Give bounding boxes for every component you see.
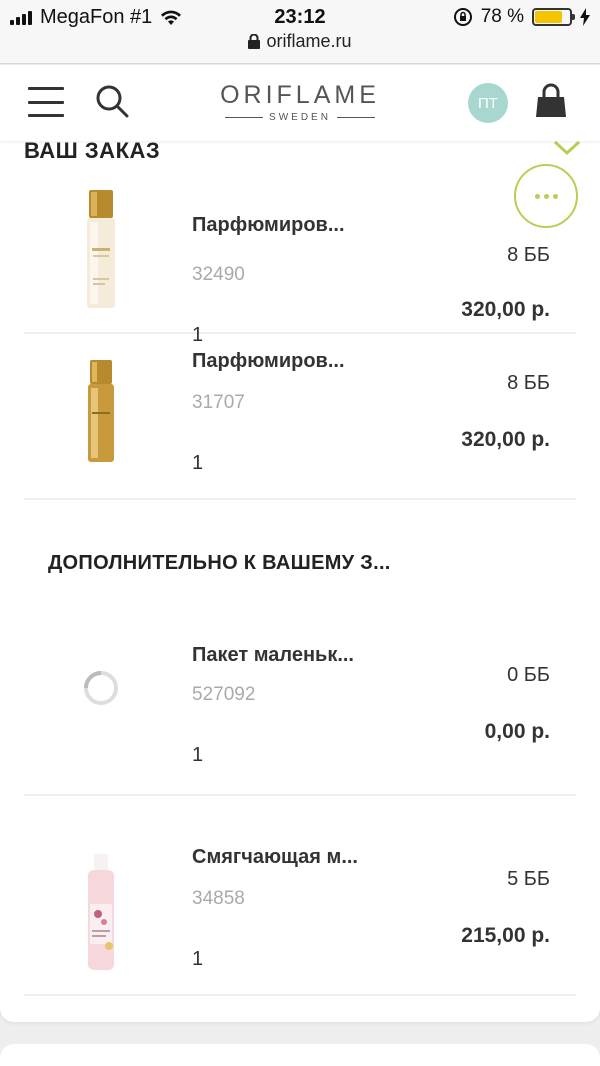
item-points: 5 ББ	[507, 868, 550, 890]
order-item[interactable]: Парфюмиров... 31707 1 8 ББ 320,00 р.	[24, 334, 576, 500]
shopping-bag-icon[interactable]	[534, 83, 568, 119]
status-right: 78 %	[453, 6, 590, 28]
status-bar: MegaFon #1 23:12 78 % oriflame.ru	[0, 0, 600, 64]
battery-percent: 78 %	[480, 6, 524, 27]
item-name[interactable]: Парфюмиров...	[192, 350, 345, 373]
avatar[interactable]: ПТ	[468, 83, 508, 123]
loading-spinner-icon	[84, 671, 118, 705]
next-card	[0, 1044, 600, 1066]
cart-card: ВАШ ЗАКАЗ Парфюмиров... 32490 1 8 ББ 320…	[0, 130, 600, 1022]
order-item[interactable]: Парфюмиров... 32490 1 8 ББ 320,00 р.	[24, 168, 576, 346]
item-code: 527092	[192, 684, 256, 705]
more-options-button[interactable]	[514, 164, 578, 228]
item-price: 320,00 р.	[461, 298, 550, 321]
item-qty[interactable]: 1	[192, 948, 203, 971]
order-title: ВАШ ЗАКАЗ	[24, 138, 161, 163]
item-points: 8 ББ	[507, 372, 550, 394]
logo-sub-text: SWEDEN	[269, 112, 331, 123]
item-price: 0,00 р.	[484, 720, 550, 743]
lock-icon	[248, 34, 261, 49]
search-icon[interactable]	[94, 83, 130, 119]
address-bar[interactable]: oriflame.ru	[0, 31, 600, 52]
item-qty[interactable]: 1	[192, 744, 203, 767]
item-name[interactable]: Смягчающая м...	[192, 846, 358, 869]
lotion-bottle-image	[88, 854, 114, 970]
extra-item[interactable]: Пакет маленьк... 527092 1 0 ББ 0,00 р.	[24, 626, 576, 796]
item-qty[interactable]: 1	[192, 452, 203, 475]
perfume-bottle-image	[88, 360, 114, 462]
item-points: 8 ББ	[507, 244, 550, 266]
charging-icon	[580, 8, 590, 26]
logo-main: ORIFLAME	[220, 81, 380, 109]
item-price: 320,00 р.	[461, 428, 550, 451]
item-code: 32490	[192, 264, 245, 285]
logo-sub: SWEDEN	[214, 112, 386, 123]
extra-item[interactable]: Смягчающая м... 34858 1 5 ББ 215,00 р.	[24, 796, 576, 996]
site-header: ORIFLAME SWEDEN ПТ	[0, 65, 600, 141]
item-points: 0 ББ	[507, 664, 550, 686]
perfume-bottle-image	[87, 190, 115, 308]
item-code: 34858	[192, 888, 245, 909]
item-code: 31707	[192, 392, 245, 413]
item-name[interactable]: Парфюмиров...	[192, 214, 345, 237]
rotation-lock-icon	[453, 8, 472, 26]
battery-icon	[532, 8, 575, 26]
menu-icon[interactable]	[28, 87, 64, 117]
item-price: 215,00 р.	[461, 924, 550, 947]
extra-section-title: ДОПОЛНИТЕЛЬНО К ВАШЕМУ З...	[48, 552, 391, 574]
dots-icon	[534, 193, 558, 199]
url-text: oriflame.ru	[266, 31, 352, 51]
item-name[interactable]: Пакет маленьк...	[192, 644, 354, 667]
oriflame-logo[interactable]: ORIFLAME SWEDEN	[214, 81, 386, 123]
